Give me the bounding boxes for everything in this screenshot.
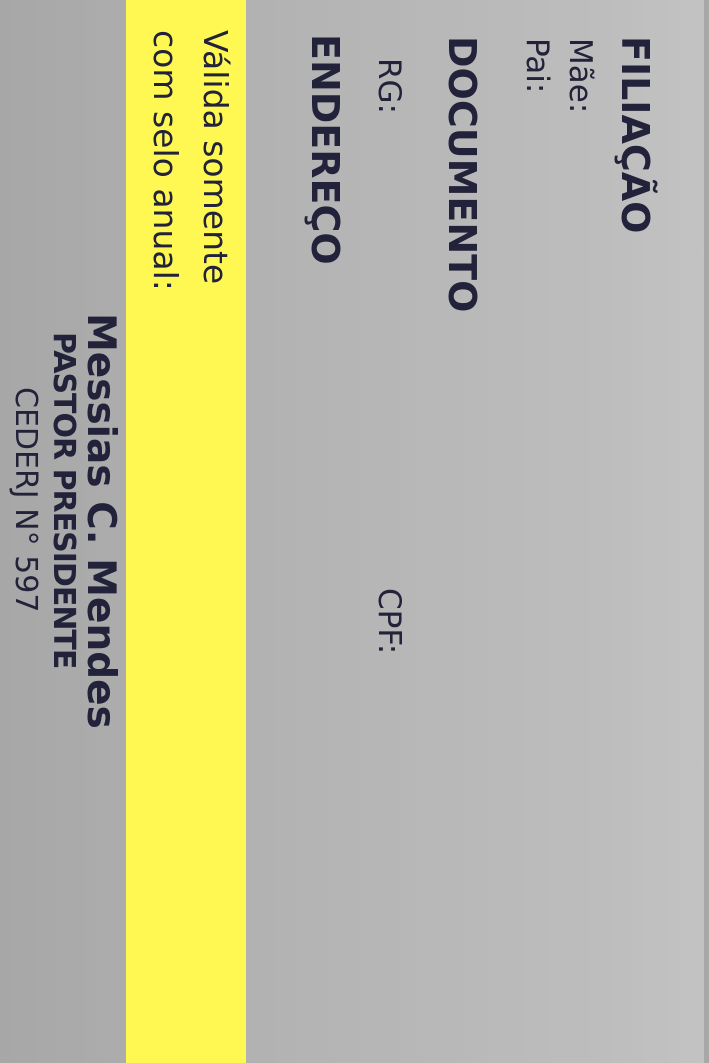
pai-label: Pai: (521, 38, 552, 93)
signatory-registration: CEDERJ N° 597 (10, 387, 40, 612)
rg-label: RG: (373, 58, 404, 114)
mae-label: Mãe: (564, 38, 595, 113)
validity-note-line2: com selo anual: (149, 30, 182, 291)
cpf-label: CPF: (373, 588, 404, 654)
signatory-name: Messias C. Mendes (81, 313, 120, 729)
signatory-role: PASTOR PRESIDENTE (48, 332, 78, 668)
documento-heading: DOCUMENTO (443, 36, 481, 312)
card-edge (704, 0, 709, 1063)
validity-note-line1: Válida somente (199, 30, 232, 284)
endereco-heading: ENDEREÇO (306, 34, 344, 265)
filiacao-heading: FILIAÇÃO (616, 36, 654, 233)
